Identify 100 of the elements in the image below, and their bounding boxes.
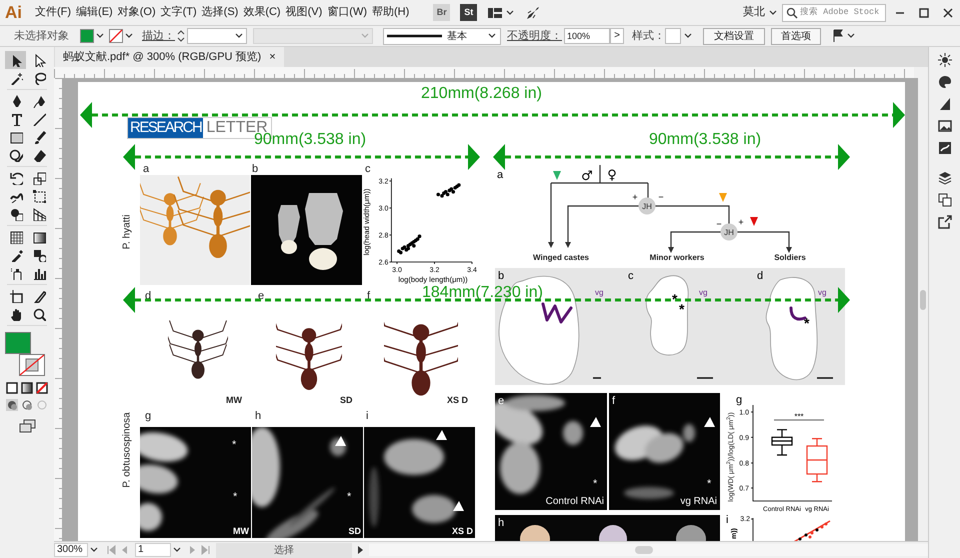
style-swatch[interactable] <box>665 28 681 44</box>
dimension-label: 90mm(3.538 in) <box>649 132 762 147</box>
dropdown-field[interactable] <box>253 28 373 44</box>
brush-stroke-icon[interactable] <box>938 141 952 155</box>
artboards-icon[interactable] <box>938 193 952 207</box>
menu-item[interactable]: 编辑(E) <box>75 1 114 24</box>
menu-item[interactable]: 文字(T) <box>160 1 198 24</box>
gradient-mode-icon[interactable] <box>21 382 33 394</box>
sign-label: + <box>738 217 744 227</box>
caption: vg RNAi <box>680 496 717 507</box>
layers-icon[interactable] <box>938 171 952 185</box>
dimension-label: 210mm(8.268 in) <box>421 86 542 101</box>
panel-label: a <box>497 169 504 181</box>
search-field[interactable]: 搜索 Adobe Stock <box>782 4 886 22</box>
more-button[interactable]: > <box>610 28 624 44</box>
caret-icon[interactable] <box>505 8 516 18</box>
asterisk-mark: * <box>679 301 684 317</box>
none-mode-icon[interactable] <box>36 382 48 394</box>
scroll-thumb[interactable] <box>920 290 926 310</box>
stroke-style-dropdown[interactable]: 基本 <box>383 28 501 44</box>
tool-button[interactable] <box>5 51 26 69</box>
arrowhead-icon <box>436 430 447 440</box>
toolbar-button[interactable]: 首选项 <box>771 28 821 44</box>
stroke-swatch[interactable] <box>109 29 123 43</box>
bridge-button[interactable]: Br <box>433 4 450 21</box>
page-field[interactable]: 1 <box>135 543 171 557</box>
horizontal-scrollbar[interactable] <box>369 544 928 556</box>
menu-item[interactable]: 视图(V) <box>284 1 324 24</box>
panel-label: i <box>366 410 368 422</box>
stepper-icon[interactable] <box>177 29 185 43</box>
panel-label: g <box>145 410 152 422</box>
document-tab[interactable]: 蚂蚁文献.pdf* @ 300% (RGB/GPU 预览) × <box>55 47 284 67</box>
draw-behind-icon[interactable] <box>21 399 33 411</box>
artboard-icon <box>8 289 22 303</box>
panel-label: a <box>143 163 150 175</box>
significance-label: *** <box>794 412 804 421</box>
gene-label: vg <box>818 288 826 297</box>
caption: XS D <box>447 395 468 405</box>
curve-pen-icon <box>32 94 46 108</box>
status-tool-label[interactable]: 选择 <box>216 542 352 558</box>
tab-title: 蚂蚁文献.pdf* @ 300% (RGB/GPU 预览) <box>63 50 262 65</box>
asterisk-mark: * <box>233 492 238 503</box>
draw-normal-icon[interactable] <box>6 399 18 411</box>
stroke-line-icon <box>387 33 443 39</box>
workspace-label[interactable]: 莫北 <box>743 4 765 21</box>
rocket-icon[interactable] <box>525 4 542 20</box>
asterisk-mark: * <box>707 479 712 490</box>
image-icon[interactable] <box>938 119 952 133</box>
gradient-triangle-icon[interactable] <box>938 97 952 111</box>
arrowhead-icon <box>335 436 346 446</box>
sign-label: − <box>716 219 722 229</box>
stroke-weight-field[interactable] <box>187 28 247 44</box>
scatter-plot-drawing <box>792 520 830 541</box>
stock-button[interactable]: St <box>460 4 478 21</box>
shape-builder-icon <box>8 207 22 221</box>
scale-icon <box>32 171 46 185</box>
gene-label: vg <box>699 288 708 297</box>
panel-label: b <box>252 163 258 175</box>
dimension-label: 184mm(7.230 in) <box>422 285 543 300</box>
menu-item[interactable]: 选择(S) <box>200 1 240 24</box>
menu-item[interactable]: 效果(C) <box>242 1 282 24</box>
fill-swatch[interactable] <box>5 332 31 354</box>
free-transform-icon <box>32 189 46 203</box>
layout-icon[interactable] <box>487 6 504 20</box>
menu-item[interactable]: 对象(O) <box>116 1 157 24</box>
fill-swatch[interactable] <box>80 29 94 43</box>
zoom-field[interactable]: 300% <box>54 543 88 557</box>
panel-label: f <box>367 290 370 302</box>
panel-label: i <box>726 514 728 526</box>
caret-icon[interactable] <box>768 8 778 18</box>
export-icon[interactable] <box>938 215 952 229</box>
arrowhead-icon <box>453 501 464 511</box>
sign-label: + <box>632 192 638 202</box>
menu-item[interactable]: 窗口(W) <box>326 1 368 24</box>
stroke-swatch[interactable] <box>19 354 45 376</box>
menu-item[interactable]: 文件(F) <box>34 1 72 24</box>
flag-icon[interactable] <box>831 28 845 44</box>
hormone-node: JH <box>720 224 738 240</box>
shaper-icon <box>8 148 22 162</box>
scroll-thumb[interactable] <box>635 546 653 554</box>
opacity-field[interactable]: 100% <box>564 28 610 44</box>
close-tab-button[interactable]: × <box>269 52 276 62</box>
y-axis <box>750 518 754 541</box>
asterisk-mark: * <box>593 479 598 490</box>
caption: Control RNAi <box>546 496 604 507</box>
knife-icon <box>32 289 46 303</box>
line-icon <box>32 112 46 126</box>
female-symbol: ♀ <box>607 168 617 183</box>
play-icon[interactable] <box>356 545 365 555</box>
opacity-label: 不透明度： <box>507 28 562 44</box>
palette-icon[interactable] <box>938 75 952 89</box>
perspective-grid-icon <box>32 207 46 221</box>
screen-mode-icon[interactable] <box>18 419 36 433</box>
panel-label: c <box>365 163 370 175</box>
caption: MW <box>233 526 249 536</box>
sun-icon[interactable] <box>938 53 952 67</box>
color-mode-icon[interactable] <box>6 382 18 394</box>
bar-graph-icon <box>32 266 46 280</box>
menu-item[interactable]: 帮助(H) <box>371 1 410 24</box>
toolbar-button[interactable]: 文档设置 <box>703 28 765 44</box>
